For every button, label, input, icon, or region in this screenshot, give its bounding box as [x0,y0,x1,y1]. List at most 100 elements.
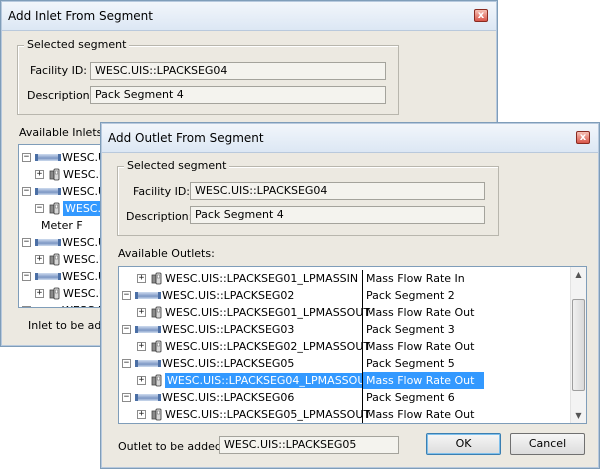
pipe-icon [135,360,161,367]
collapse-icon[interactable]: − [22,187,31,196]
pipe-icon [135,326,161,333]
meter-icon [150,340,163,353]
cancel-button[interactable]: Cancel [510,433,585,455]
outlet-tree-row[interactable]: + WESC.UIS::LPACKSEG01_LPMASSIN Mass Flow … [119,270,570,287]
ok-button[interactable]: OK [426,433,501,455]
outlet-title-bar[interactable]: Add Outlet From Segment x [102,124,598,153]
outlet-description-label: Description: [126,210,193,223]
inlet-tree-row[interactable]: −WESC.UIS [19,268,109,285]
outlet-description-field: Pack Segment 4 [190,206,485,224]
meter-icon [48,287,61,300]
outlet-to-be-added-field: WESC.UIS::LPACKSEG05 [219,436,399,454]
inlet-tree-row[interactable]: −WESC.UIS [19,302,109,308]
inlet-close-icon[interactable]: x [474,9,488,22]
inlet-tree-row[interactable]: + WESC.U [19,251,109,268]
expand-icon[interactable]: + [35,170,44,179]
outlet-tree-row[interactable]: − WESC.UIS::LPACKSEG03 Pack Segment 3 [119,321,570,338]
meter-icon [150,408,163,421]
collapse-icon[interactable]: − [22,272,31,281]
expand-icon[interactable]: + [35,255,44,264]
inlet-tree-row[interactable]: −WESC.UIS [19,234,109,251]
meter-icon [150,306,163,319]
outlet-tree-item-description: Pack Segment 3 [362,321,486,338]
outlet-tree-item-description: Pack Segment 5 [362,355,486,372]
available-outlets-label: Available Outlets: [118,247,215,260]
outlet-tree-row[interactable]: − WESC.UIS::LPACKSEG02 Pack Segment 2 [119,287,570,304]
outlet-tree-item-label: WESC.UIS::LPACKSEG03 [162,323,295,336]
outlet-close-icon[interactable]: x [576,131,590,144]
inlet-tree-row[interactable]: −WESC.UIS [19,183,109,200]
collapse-icon[interactable]: − [122,291,131,300]
outlet-tree-item-description: Mass Flow Rate Out [362,406,486,423]
inlet-selected-segment-group: Selected segment [17,38,399,115]
expand-icon[interactable]: + [137,308,146,317]
inlet-selected-segment-legend: Selected segment [24,38,130,51]
outlet-facility-id-label: Facility ID: [133,185,191,198]
pipe-icon [135,292,161,299]
collapse-icon[interactable]: − [122,325,131,334]
outlet-tree[interactable]: + WESC.UIS::LPACKSEG01_LPMASSIN Mass Flow … [118,266,587,424]
outlet-tree-item-label: WESC.UIS::LPACKSEG02_LPMASSOUT [165,340,371,353]
inlet-tree-row[interactable]: − WESC.U [19,200,109,217]
outlet-tree-item-label: WESC.UIS::LPACKSEG01_LPMASSOUT [165,306,371,319]
meter-icon [48,253,61,266]
pipe-icon [35,154,61,161]
inlet-tree-item-label: Meter F [41,219,83,232]
scroll-down-icon[interactable]: ▼ [571,408,586,423]
outlet-selected-segment-group: Selected segment [117,159,499,236]
meter-icon [48,168,61,181]
expand-icon[interactable]: + [137,342,146,351]
outlet-tree-item-label: WESC.UIS::LPACKSEG02 [162,289,295,302]
outlet-tree-row[interactable]: + WESC.UIS::LPACKSEG04_LPMASSOUT Mass Flow… [119,372,570,389]
outlet-tree-row[interactable]: + WESC.UIS::LPACKSEG05_LPMASSOUT Mass Flow… [119,406,570,423]
outlet-tree-item-description: Pack Segment 2 [362,287,486,304]
collapse-icon[interactable]: − [22,306,31,307]
outlet-tree-item-label: WESC.UIS::LPACKSEG06 [162,391,295,404]
scroll-thumb[interactable] [572,299,585,391]
collapse-icon[interactable]: − [122,359,131,368]
pipe-icon [135,394,161,401]
outlet-tree-item-description: Mass Flow Rate In [362,270,486,287]
meter-icon [150,374,163,387]
outlet-tree-row[interactable]: + WESC.UIS::LPACKSEG01_LPMASSOUT Mass Flow… [119,304,570,321]
inlet-dialog-title: Add Inlet From Segment [8,9,153,23]
add-outlet-dialog: Add Outlet From Segment x Selected segme… [100,122,600,469]
scroll-up-icon[interactable]: ▲ [571,267,586,282]
available-inlets-label: Available Inlets: [19,126,107,139]
inlet-description-label: Description: [27,89,94,102]
collapse-icon[interactable]: − [22,238,31,247]
outlet-facility-id-field: WESC.UIS::LPACKSEG04 [190,182,485,200]
inlet-title-bar[interactable]: Add Inlet From Segment x [2,2,496,31]
inlet-description-field: Pack Segment 4 [90,86,386,104]
outlet-tree-row[interactable]: − WESC.UIS::LPACKSEG06 Pack Segment 6 [119,389,570,406]
expand-icon[interactable]: + [137,274,146,283]
pipe-icon [35,307,61,308]
outlet-dialog-title: Add Outlet From Segment [108,131,264,145]
outlet-tree-rows: + WESC.UIS::LPACKSEG01_LPMASSIN Mass Flow … [119,267,570,423]
inlet-tree-row[interactable]: Meter F [19,217,109,234]
inlet-tree[interactable]: −WESC.UIS+WESC.U−WESC.UIS−WESC.UMeter F−… [18,144,110,308]
pipe-icon [35,273,61,280]
outlet-tree-row[interactable]: + WESC.UIS::LPACKSEG02_LPMASSOUT Mass Flow… [119,338,570,355]
meter-icon [48,202,61,215]
inlet-facility-id-label: Facility ID: [30,64,88,77]
collapse-icon[interactable]: − [22,153,31,162]
inlet-tree-row[interactable]: + WESC.U [19,166,109,183]
expand-icon[interactable]: + [137,376,146,385]
inlet-tree-row[interactable]: + WESC.U [19,285,109,302]
outlet-tree-item-label: WESC.UIS::LPACKSEG05_LPMASSOUT [165,408,371,421]
pipe-icon [35,239,61,246]
inlet-tree-row[interactable]: −WESC.UIS [19,149,109,166]
expand-icon[interactable]: + [137,410,146,419]
outlet-tree-item-description: Mass Flow Rate Out [362,338,486,355]
pipe-icon [35,188,61,195]
expand-icon[interactable]: + [35,289,44,298]
outlet-tree-item-label: WESC.UIS::LPACKSEG01_LPMASSIN [165,272,359,285]
collapse-icon[interactable]: − [35,204,44,213]
collapse-icon[interactable]: − [122,393,131,402]
outlet-tree-row[interactable]: − WESC.UIS::LPACKSEG05 Pack Segment 5 [119,355,570,372]
outlet-tree-item-description: Mass Flow Rate Out [362,372,484,389]
outlet-tree-scrollbar[interactable]: ▲ ▼ [570,267,586,423]
outlet-selected-segment-legend: Selected segment [124,159,230,172]
outlet-tree-item-description: Mass Flow Rate Out [362,304,486,321]
